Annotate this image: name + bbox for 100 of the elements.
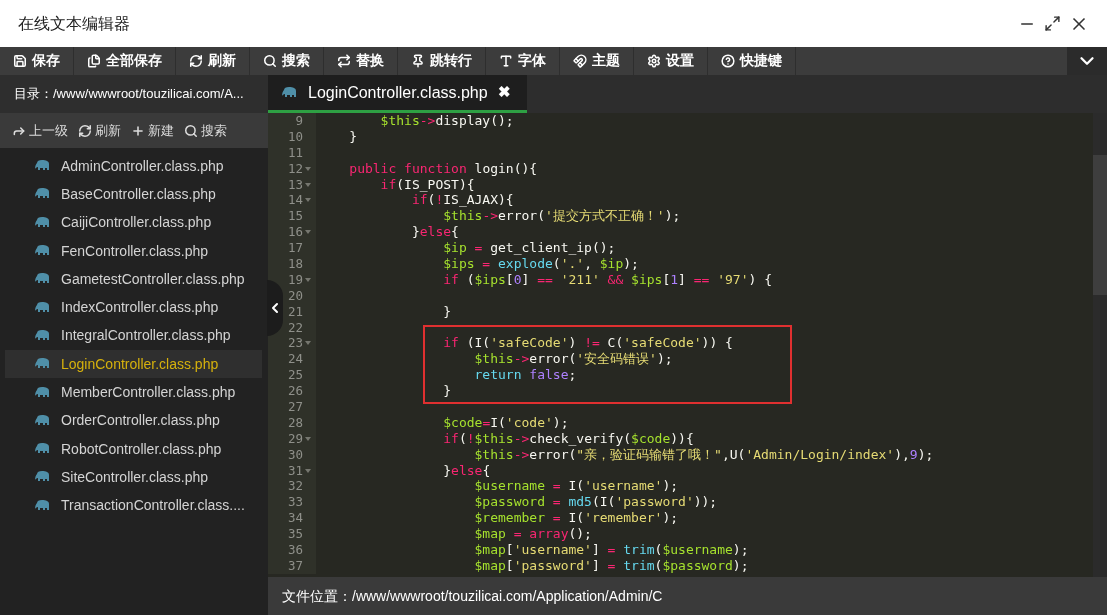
code-line: $this->display(); <box>379 113 514 129</box>
code-line: $this->error('提交方式不正确！'); <box>442 208 681 225</box>
elephant-icon <box>35 188 51 201</box>
text-icon <box>499 54 513 68</box>
line-number: 29 <box>287 430 303 447</box>
elephant-icon <box>35 358 51 371</box>
line-number: 26 <box>287 383 303 400</box>
file-item[interactable]: AdminController.class.php <box>5 152 262 181</box>
code-line: }else{ <box>442 462 491 479</box>
settings-icon <box>647 54 661 68</box>
line-number: 37 <box>287 557 303 574</box>
line-number: 28 <box>287 414 303 431</box>
line-number: 27 <box>287 399 303 415</box>
maximize-icon[interactable] <box>1044 15 1061 32</box>
file-item[interactable]: MemberController.class.php <box>5 378 262 407</box>
sidebar-action[interactable]: 新建 <box>131 120 174 141</box>
code-line: return false; <box>473 367 577 384</box>
file-item[interactable]: OrderController.class.php <box>5 406 262 435</box>
file-name: RobotController.class.php <box>61 439 222 459</box>
line-number: 35 <box>287 526 303 543</box>
elephant-icon <box>35 471 51 484</box>
code-line: $remember = I('remember'); <box>473 510 679 527</box>
elephant-icon <box>35 245 51 258</box>
code-line: if(!$this->check_verify($code)){ <box>442 430 694 447</box>
files-icon <box>87 54 101 68</box>
fold-arrow-icon[interactable] <box>305 277 311 282</box>
code-line: } <box>442 383 452 400</box>
file-name: OrderController.class.php <box>61 411 220 431</box>
file-name: AdminController.class.php <box>61 156 224 176</box>
line-number: 23 <box>287 335 303 352</box>
sidebar-action[interactable]: 搜索 <box>184 120 227 141</box>
fold-arrow-icon[interactable] <box>305 198 311 203</box>
line-number: 12 <box>287 160 303 177</box>
code-line: $map['username'] = trim($username); <box>473 542 749 558</box>
pin-icon <box>411 54 425 68</box>
elephant-icon <box>282 86 298 99</box>
line-number: 25 <box>287 367 303 384</box>
sidebar-action[interactable]: 刷新 <box>78 120 121 141</box>
fold-arrow-icon[interactable] <box>305 182 311 187</box>
file-item[interactable]: IntegralController.class.php <box>5 321 262 351</box>
line-number: 20 <box>287 287 303 304</box>
file-item[interactable]: BaseController.class.php <box>5 180 262 209</box>
line-number: 19 <box>287 271 303 288</box>
line-number: 18 <box>287 256 303 272</box>
elephant-icon <box>35 273 51 286</box>
elephant-icon <box>35 414 51 427</box>
plus-icon <box>131 123 145 138</box>
code-line: } <box>442 303 452 320</box>
file-name: FenController.class.php <box>61 241 209 261</box>
fold-arrow-icon[interactable] <box>305 436 311 441</box>
file-item[interactable]: TransactionController.class.... <box>5 491 262 520</box>
file-name: TransactionController.class.... <box>61 496 245 516</box>
file-item[interactable]: SiteController.class.php <box>5 463 262 492</box>
line-number: 9 <box>295 113 303 129</box>
line-number: 33 <box>287 494 303 511</box>
file-item[interactable]: LoginController.class.php <box>5 350 262 379</box>
fold-arrow-icon[interactable] <box>305 166 311 171</box>
file-name: GametestController.class.php <box>61 269 245 289</box>
fold-arrow-icon[interactable] <box>305 341 311 346</box>
elephant-icon <box>35 499 51 512</box>
save-icon <box>13 54 27 68</box>
search-icon <box>184 123 198 138</box>
line-number: 31 <box>287 462 303 479</box>
tab-label: LoginController.class.php <box>308 82 488 103</box>
line-number: 17 <box>287 240 303 257</box>
file-name: BaseController.class.php <box>61 184 216 204</box>
file-item[interactable]: RobotController.class.php <box>5 434 262 464</box>
sidebar-action[interactable]: 上一级 <box>12 120 68 141</box>
fold-arrow-icon[interactable] <box>305 230 311 235</box>
code-line: $this->error("亲，验证码输错了哦！",U('Admin/Login/index'),9); <box>473 446 934 463</box>
scrollbar-thumb[interactable] <box>1093 155 1107 295</box>
file-location: 文件位置：/www/wwwroot/touzilicai.com/Application/Admin/C <box>282 586 663 606</box>
file-item[interactable]: CaijiController.class.php <box>5 208 262 237</box>
file-name: SiteController.class.php <box>61 467 209 487</box>
elephant-icon <box>35 386 51 399</box>
file-name: IndexController.class.php <box>61 298 219 318</box>
elephant-icon <box>35 160 51 173</box>
collapse-handle[interactable] <box>267 280 283 336</box>
tab-close[interactable]: ✖ <box>497 81 511 104</box>
file-item[interactable]: IndexController.class.php <box>5 293 262 322</box>
code-line: $this->error('安全码错误'); <box>473 351 673 368</box>
line-number: 15 <box>287 208 303 225</box>
directory-path: 目录：/www/wwwroot/touzilicai.com/A... <box>14 85 244 104</box>
code-line: $code=I('code'); <box>442 414 569 431</box>
line-number: 11 <box>287 144 303 161</box>
line-number: 30 <box>287 446 303 463</box>
code-line: $map = array(); <box>473 526 592 543</box>
code-line: if(!IS_AJAX){ <box>410 192 514 209</box>
file-item[interactable]: FenController.class.php <box>5 236 262 266</box>
code-line: public function login(){ <box>348 160 538 177</box>
line-number: 24 <box>287 351 303 368</box>
elephant-icon <box>35 443 51 456</box>
editor-tab[interactable]: LoginController.class.php ✖ <box>268 75 527 113</box>
file-item[interactable]: GametestController.class.php <box>5 265 262 294</box>
help-icon <box>721 54 735 68</box>
fold-arrow-icon[interactable] <box>305 468 311 473</box>
elephant-icon <box>35 329 51 342</box>
code-line: if (I('safeCode') != C('safeCode')) { <box>442 335 733 352</box>
line-number: 10 <box>287 128 303 145</box>
line-number: 13 <box>287 176 303 193</box>
